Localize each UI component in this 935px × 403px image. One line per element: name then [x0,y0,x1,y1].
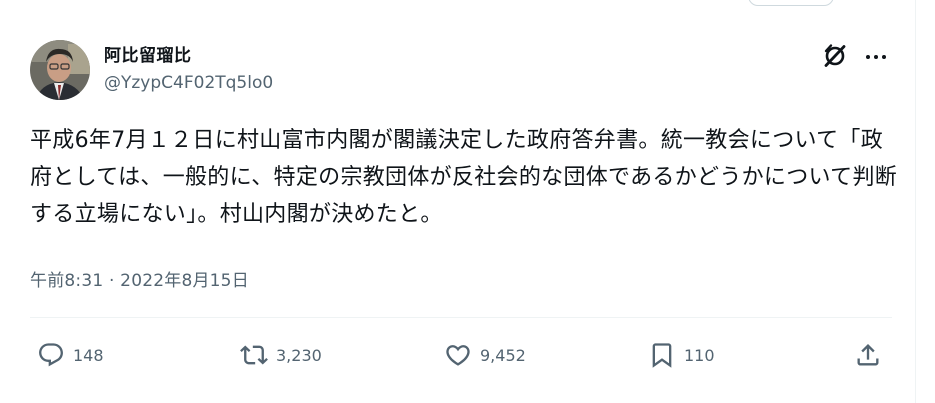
grok-icon[interactable] [822,43,848,69]
like-icon [446,345,470,366]
column-border [915,0,916,403]
reply-count: 148 [73,345,104,365]
avatar[interactable] [30,40,90,100]
retweet-count: 3,230 [276,345,322,365]
tweet-timestamp[interactable]: 午前8:31 · 2022年8月15日 [30,266,249,291]
reply-icon [39,343,63,367]
user-handle[interactable]: @YzypC4F02Tq5lo0 [104,73,273,93]
display-name[interactable]: 阿比留瑠比 [104,41,192,66]
bookmark-icon [652,343,672,368]
retweet-button[interactable]: 3,230 [240,340,322,370]
more-options-icon[interactable] [864,47,888,67]
top-pill-button[interactable] [748,0,834,6]
bookmark-button[interactable]: 110 [648,340,715,370]
divider [30,317,892,318]
like-count: 9,452 [480,345,526,365]
bookmark-count: 110 [684,345,715,365]
share-icon [857,344,879,366]
like-button[interactable]: 9,452 [444,340,526,370]
share-button[interactable] [854,340,882,370]
retweet-icon [240,345,268,365]
reply-button[interactable]: 148 [37,340,104,370]
tweet-text: 平成6年7月１２日に村山富市内閣が閣議決定した政府答弁書。統一教会について「政府… [30,128,898,227]
